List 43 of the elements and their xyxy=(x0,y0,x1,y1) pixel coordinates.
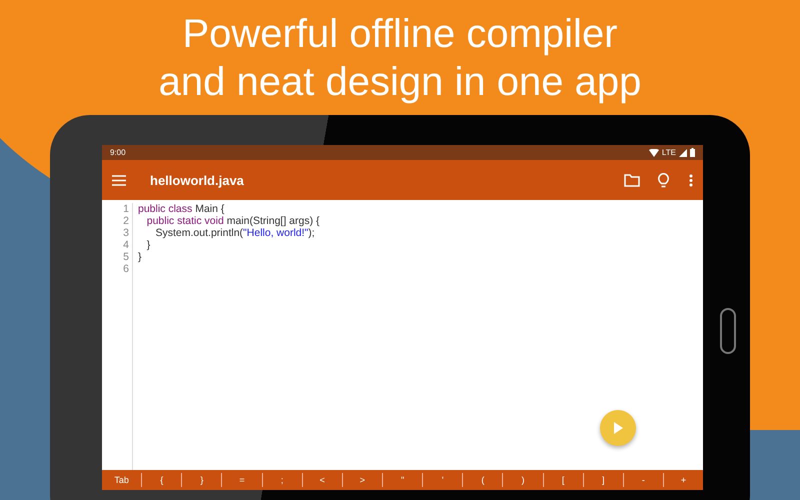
code-text: main(String[] args) { xyxy=(226,215,320,227)
symbol-key[interactable]: } xyxy=(181,473,222,487)
symbol-key[interactable]: Tab xyxy=(102,473,142,487)
symbol-key[interactable]: ] xyxy=(582,473,623,487)
code-text: } xyxy=(146,239,150,251)
play-icon xyxy=(613,422,623,434)
signal-icon xyxy=(679,148,687,156)
line-number: 6 xyxy=(122,263,129,275)
network-label: LTE xyxy=(662,148,676,157)
status-time: 9:00 xyxy=(110,148,126,157)
symbol-key[interactable]: = xyxy=(221,473,262,487)
line-number: 3 xyxy=(122,227,129,239)
symbol-key[interactable]: " xyxy=(382,473,422,487)
line-number: 1 xyxy=(122,203,129,215)
folder-icon[interactable] xyxy=(624,174,640,186)
string-literal: "Hello, world!" xyxy=(243,227,308,239)
lightbulb-icon[interactable] xyxy=(658,172,669,188)
menu-icon[interactable] xyxy=(112,174,126,186)
symbol-key[interactable]: ( xyxy=(462,473,502,487)
more-options-icon[interactable] xyxy=(689,174,693,186)
code-text: System.out.println( xyxy=(154,227,244,239)
line-number: 2 xyxy=(122,215,129,227)
symbol-key[interactable]: > xyxy=(342,473,382,487)
code-text: Main { xyxy=(195,203,224,215)
symbol-key[interactable]: + xyxy=(662,473,704,487)
symbol-key[interactable]: ' xyxy=(422,473,462,487)
headline-text: and neat design in one app xyxy=(158,59,642,106)
file-title: helloworld.java xyxy=(150,172,245,188)
line-number: 4 xyxy=(122,239,129,251)
symbol-key[interactable]: - xyxy=(622,473,663,487)
symbol-key[interactable]: ) xyxy=(502,473,543,487)
code-text: ); xyxy=(308,227,315,239)
symbol-key[interactable]: { xyxy=(141,473,182,487)
code-text: } xyxy=(138,251,142,263)
battery-icon xyxy=(690,148,695,157)
line-number: 5 xyxy=(122,251,129,263)
keyword-text: public static void xyxy=(146,215,225,227)
headline-text: Powerful offline compiler xyxy=(182,11,618,58)
wifi-icon xyxy=(648,148,659,156)
symbol-key[interactable]: < xyxy=(302,473,342,487)
symbol-key[interactable]: ; xyxy=(262,473,302,487)
keyword-text: public class xyxy=(138,203,194,215)
symbol-key[interactable]: [ xyxy=(542,473,583,487)
